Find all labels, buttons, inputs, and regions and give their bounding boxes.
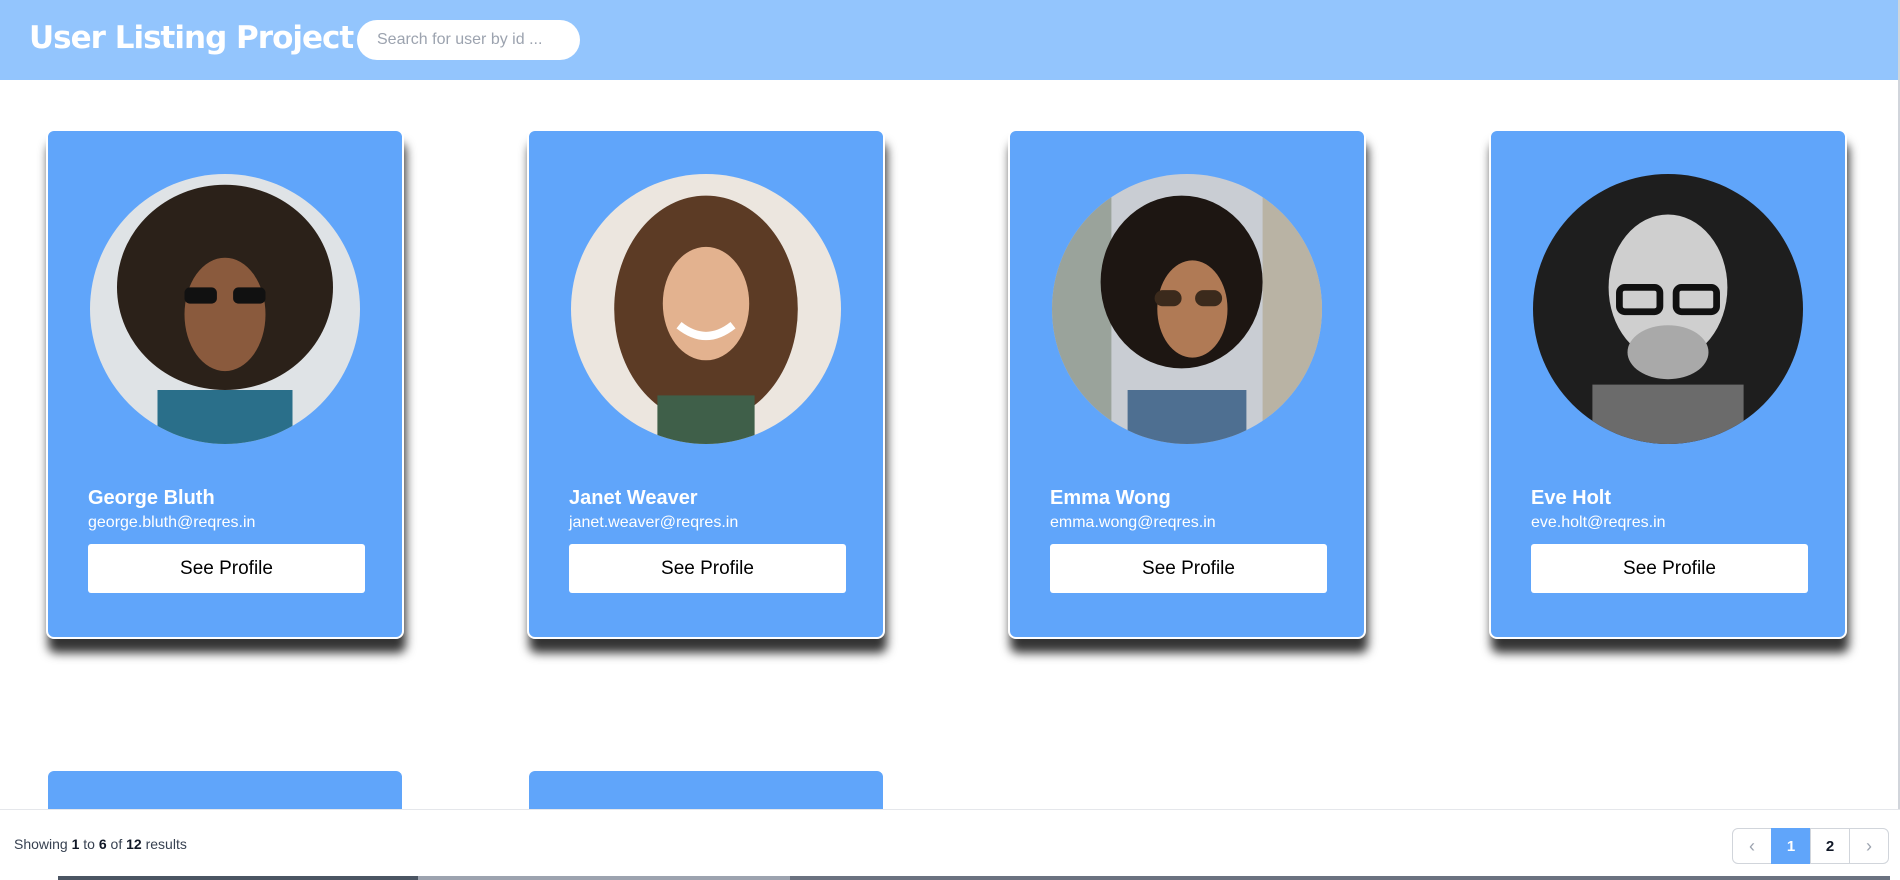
user-name: Eve Holt	[1531, 487, 1612, 509]
page-2-button[interactable]: 2	[1810, 828, 1850, 864]
user-email: emma.wong@reqres.in	[1050, 514, 1216, 531]
user-card: Eve Holt eve.holt@reqres.in See Profile	[1489, 129, 1847, 639]
chevron-right-icon[interactable]: ›	[1849, 828, 1889, 864]
results-summary: Showing 1 to 6 of 12 results	[14, 836, 187, 852]
page-1-button[interactable]: 1	[1771, 828, 1811, 864]
see-profile-button[interactable]: See Profile	[88, 544, 365, 593]
pagination-footer: Showing 1 to 6 of 12 results ‹ 1 2 ›	[0, 809, 1900, 880]
divider	[790, 876, 1890, 880]
see-profile-button[interactable]: See Profile	[1531, 544, 1808, 593]
divider	[418, 876, 790, 880]
user-card: Janet Weaver janet.weaver@reqres.in See …	[527, 129, 885, 639]
pagination: ‹ 1 2 ›	[1732, 828, 1889, 864]
user-card: George Bluth george.bluth@reqres.in See …	[46, 129, 404, 639]
user-name: Janet Weaver	[569, 487, 698, 509]
user-email: eve.holt@reqres.in	[1531, 514, 1666, 531]
user-avatar	[1052, 174, 1322, 444]
user-avatar	[90, 174, 360, 444]
app-header: User Listing Project	[0, 0, 1900, 80]
user-avatar	[1533, 174, 1803, 444]
chevron-left-icon[interactable]: ‹	[1732, 828, 1772, 864]
divider	[58, 876, 418, 880]
user-email: janet.weaver@reqres.in	[569, 514, 739, 531]
user-name: Emma Wong	[1050, 487, 1171, 509]
user-avatar	[571, 174, 841, 444]
see-profile-button[interactable]: See Profile	[569, 544, 846, 593]
search-input[interactable]	[357, 20, 580, 60]
see-profile-button[interactable]: See Profile	[1050, 544, 1327, 593]
user-email: george.bluth@reqres.in	[88, 514, 256, 531]
user-card: Emma Wong emma.wong@reqres.in See Profil…	[1008, 129, 1366, 639]
user-name: George Bluth	[88, 487, 215, 509]
app-title: User Listing Project	[29, 20, 354, 56]
